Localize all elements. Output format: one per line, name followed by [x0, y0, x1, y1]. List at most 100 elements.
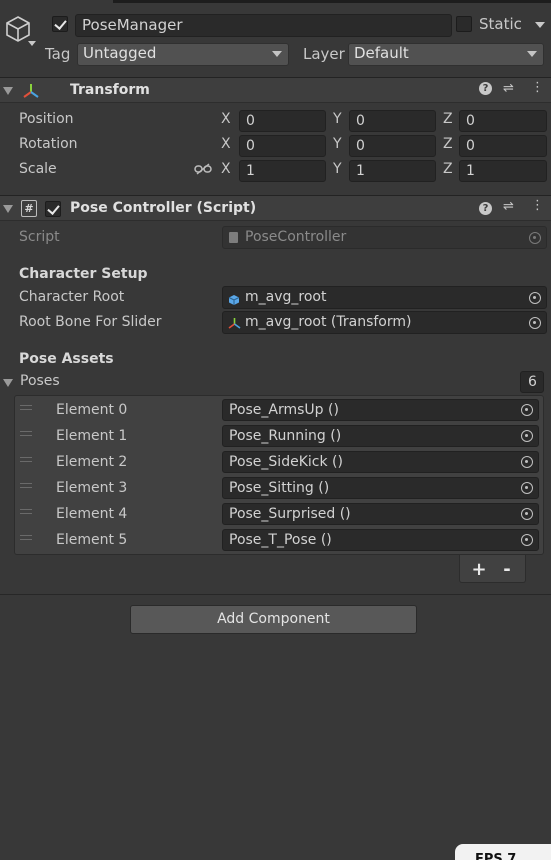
pose-controller-enabled-checkbox[interactable] — [45, 201, 61, 217]
script-field: PoseController — [222, 226, 547, 249]
script-hash-icon: # — [21, 200, 37, 217]
layer-value: Default — [354, 44, 409, 62]
character-root-label: Character Root — [19, 289, 125, 305]
gameobject-active-checkbox[interactable] — [52, 16, 68, 32]
gameobject-cube-icon[interactable] — [4, 14, 34, 44]
rotation-z-field[interactable]: 0 — [459, 135, 547, 157]
scale-label: Scale — [19, 161, 57, 177]
drag-handle-icon[interactable] — [20, 431, 32, 436]
position-y-field[interactable]: 0 — [349, 110, 436, 132]
rotation-x-axis[interactable]: X — [221, 136, 231, 152]
element-field[interactable]: Pose_SideKick () — [222, 451, 539, 473]
object-picker-icon[interactable] — [521, 430, 533, 442]
drag-handle-icon[interactable] — [20, 535, 32, 540]
rotation-y-axis[interactable]: Y — [333, 136, 342, 152]
element-value: Pose_Running () — [229, 428, 342, 444]
object-picker-icon[interactable] — [521, 534, 533, 546]
chevron-down-icon — [527, 51, 537, 57]
element-field[interactable]: Pose_T_Pose () — [222, 529, 539, 551]
character-setup-title: Character Setup — [19, 266, 148, 282]
foldout-arrow-icon[interactable] — [3, 205, 13, 213]
transform-icon — [228, 316, 241, 329]
tag-value: Untagged — [83, 44, 157, 62]
element-value: Pose_Surprised () — [229, 506, 351, 522]
component-divider — [0, 594, 551, 595]
element-value: Pose_SideKick () — [229, 454, 343, 470]
transform-header[interactable]: Transform ? ⇌ ⋮ — [0, 77, 551, 103]
checkmark-icon — [47, 202, 60, 215]
drag-handle-icon[interactable] — [20, 509, 32, 514]
top-edge — [113, 0, 551, 3]
object-picker-icon[interactable] — [529, 317, 541, 329]
position-x-axis[interactable]: X — [221, 111, 231, 127]
poses-foldout-arrow-icon[interactable] — [3, 379, 13, 387]
element-field[interactable]: Pose_Running () — [222, 425, 539, 447]
script-label: Script — [19, 229, 60, 245]
drag-handle-icon[interactable] — [20, 457, 32, 462]
element-label: Element 1 — [56, 428, 128, 444]
static-label: Static — [479, 15, 522, 33]
static-checkbox[interactable] — [456, 16, 472, 32]
add-component-button[interactable]: Add Component — [130, 605, 417, 634]
object-picker-icon[interactable] — [521, 404, 533, 416]
element-value: Pose_T_Pose () — [229, 532, 332, 548]
poses-count-field[interactable]: 6 — [520, 371, 544, 393]
static-dropdown-caret[interactable] — [535, 22, 545, 28]
rotation-y-field[interactable]: 0 — [349, 135, 436, 157]
element-value: Pose_ArmsUp () — [229, 402, 339, 418]
help-icon[interactable]: ? — [479, 202, 492, 215]
element-field[interactable]: Pose_Surprised () — [222, 503, 539, 525]
icon-dropdown-caret[interactable] — [28, 41, 36, 46]
remove-element-button[interactable]: - — [498, 559, 516, 580]
prefab-cube-icon — [228, 292, 240, 305]
element-label: Element 4 — [56, 506, 128, 522]
element-label: Element 5 — [56, 532, 128, 548]
object-picker-icon — [529, 232, 541, 244]
fps-badge-text: FPS 7 — [475, 852, 517, 860]
pose-controller-title: Pose Controller (Script) — [70, 200, 257, 216]
scale-x-field[interactable]: 1 — [239, 160, 326, 182]
poses-label[interactable]: Poses — [20, 373, 60, 389]
rotation-x-field[interactable]: 0 — [239, 135, 326, 157]
root-bone-field[interactable]: m_avg_root (Transform) — [222, 311, 547, 334]
drag-handle-icon[interactable] — [20, 405, 32, 410]
foldout-arrow-icon[interactable] — [3, 87, 13, 95]
scale-x-axis[interactable]: X — [221, 161, 231, 177]
preset-sliders-icon[interactable]: ⇌ — [503, 81, 514, 96]
layer-dropdown[interactable]: Default — [348, 43, 544, 66]
checkmark-icon — [54, 17, 67, 30]
drag-handle-icon[interactable] — [20, 483, 32, 488]
element-field[interactable]: Pose_ArmsUp () — [222, 399, 539, 421]
position-y-axis[interactable]: Y — [333, 111, 342, 127]
pose-controller-header[interactable]: # Pose Controller (Script) ? ⇌ ⋮ — [0, 195, 551, 221]
root-bone-value: m_avg_root (Transform) — [245, 314, 412, 330]
scale-z-axis[interactable]: Z — [443, 161, 453, 177]
character-root-field[interactable]: m_avg_root — [222, 286, 547, 309]
position-x-field[interactable]: 0 — [239, 110, 326, 132]
scale-z-field[interactable]: 1 — [459, 160, 547, 182]
kebab-menu-icon[interactable]: ⋮ — [531, 198, 544, 213]
chevron-down-icon — [272, 51, 282, 57]
kebab-menu-icon[interactable]: ⋮ — [531, 80, 544, 95]
element-value: Pose_Sitting () — [229, 480, 330, 496]
fps-badge: FPS 7 — [455, 844, 551, 860]
scale-y-field[interactable]: 1 — [349, 160, 436, 182]
object-picker-icon[interactable] — [529, 292, 541, 304]
preset-sliders-icon[interactable]: ⇌ — [503, 199, 514, 214]
transform-icon — [22, 82, 40, 100]
element-field[interactable]: Pose_Sitting () — [222, 477, 539, 499]
add-element-button[interactable]: + — [470, 559, 488, 580]
object-picker-icon[interactable] — [521, 482, 533, 494]
rotation-z-axis[interactable]: Z — [443, 136, 453, 152]
object-picker-icon[interactable] — [521, 508, 533, 520]
scale-y-axis[interactable]: Y — [333, 161, 342, 177]
position-z-axis[interactable]: Z — [443, 111, 453, 127]
element-label: Element 3 — [56, 480, 128, 496]
pose-assets-title: Pose Assets — [19, 351, 114, 367]
object-picker-icon[interactable] — [521, 456, 533, 468]
help-icon[interactable]: ? — [479, 82, 492, 95]
gameobject-name-input[interactable]: PoseManager — [75, 14, 452, 37]
constrain-proportions-icon[interactable] — [194, 163, 212, 175]
position-z-field[interactable]: 0 — [459, 110, 547, 132]
tag-dropdown[interactable]: Untagged — [77, 43, 289, 66]
